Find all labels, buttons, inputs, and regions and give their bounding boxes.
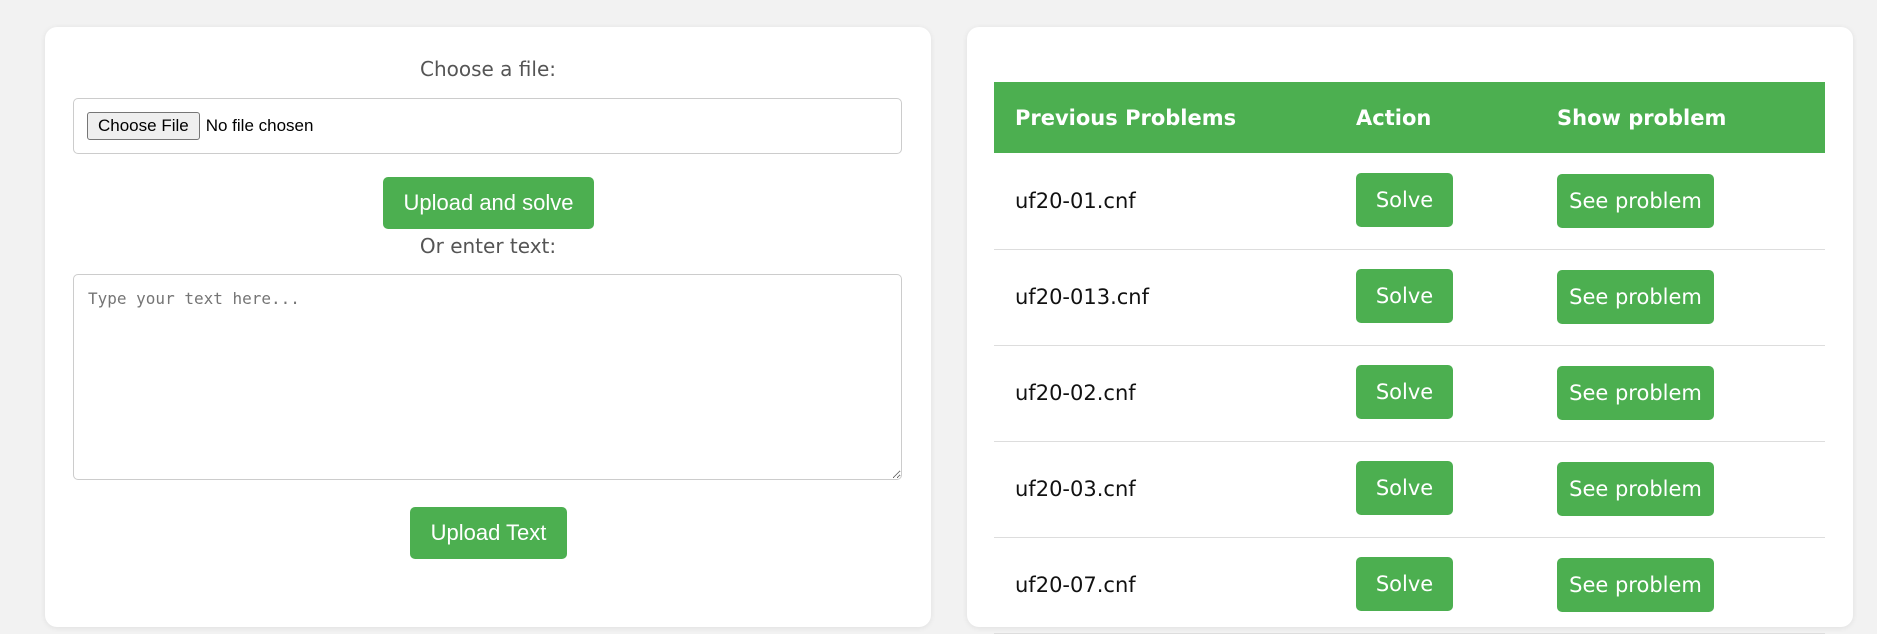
table-header-row: Previous Problems Action Show problem <box>994 82 1825 153</box>
problems-panel: Previous Problems Action Show problem uf… <box>967 27 1853 634</box>
see-problem-button[interactable]: See problem <box>1557 462 1714 516</box>
upload-panel: Choose a file: Choose File No file chose… <box>45 27 931 627</box>
table-row: uf20-03.cnf Solve See problem <box>994 441 1825 538</box>
text-label: Or enter text: <box>419 234 557 258</box>
upload-text-button[interactable]: Upload Text <box>410 507 567 559</box>
solve-button[interactable]: Solve <box>1356 365 1453 419</box>
table-row: uf20-02.cnf Solve See problem <box>994 345 1825 442</box>
problem-name: uf20-02.cnf <box>994 345 1335 442</box>
see-problem-button[interactable]: See problem <box>1557 558 1714 612</box>
solve-button[interactable]: Solve <box>1356 269 1453 323</box>
table-row: uf20-01.cnf Solve See problem <box>994 153 1825 250</box>
see-problem-button[interactable]: See problem <box>1557 366 1714 420</box>
table-row: uf20-07.cnf Solve See problem <box>994 537 1825 634</box>
choose-file-button[interactable]: Choose File <box>87 112 200 140</box>
header-previous-problems: Previous Problems <box>994 82 1335 153</box>
header-show-problem: Show problem <box>1536 82 1825 153</box>
problem-name: uf20-07.cnf <box>994 537 1335 634</box>
problems-table: Previous Problems Action Show problem uf… <box>994 82 1825 634</box>
problem-text-input[interactable] <box>73 274 902 480</box>
problem-name: uf20-01.cnf <box>994 153 1335 250</box>
problem-name: uf20-03.cnf <box>994 441 1335 538</box>
header-action: Action <box>1335 82 1536 153</box>
see-problem-button[interactable]: See problem <box>1557 270 1714 324</box>
file-status: No file chosen <box>205 116 314 135</box>
table-row: uf20-013.cnf Solve See problem <box>994 249 1825 346</box>
upload-and-solve-button[interactable]: Upload and solve <box>383 177 594 229</box>
solve-button[interactable]: Solve <box>1356 557 1453 611</box>
see-problem-button[interactable]: See problem <box>1557 173 1714 228</box>
solve-button[interactable]: Solve <box>1356 172 1453 227</box>
problem-name: uf20-013.cnf <box>994 249 1335 346</box>
file-input[interactable]: Choose File No file chosen <box>73 98 902 154</box>
solve-button[interactable]: Solve <box>1356 461 1453 515</box>
file-label: Choose a file: <box>419 57 556 81</box>
